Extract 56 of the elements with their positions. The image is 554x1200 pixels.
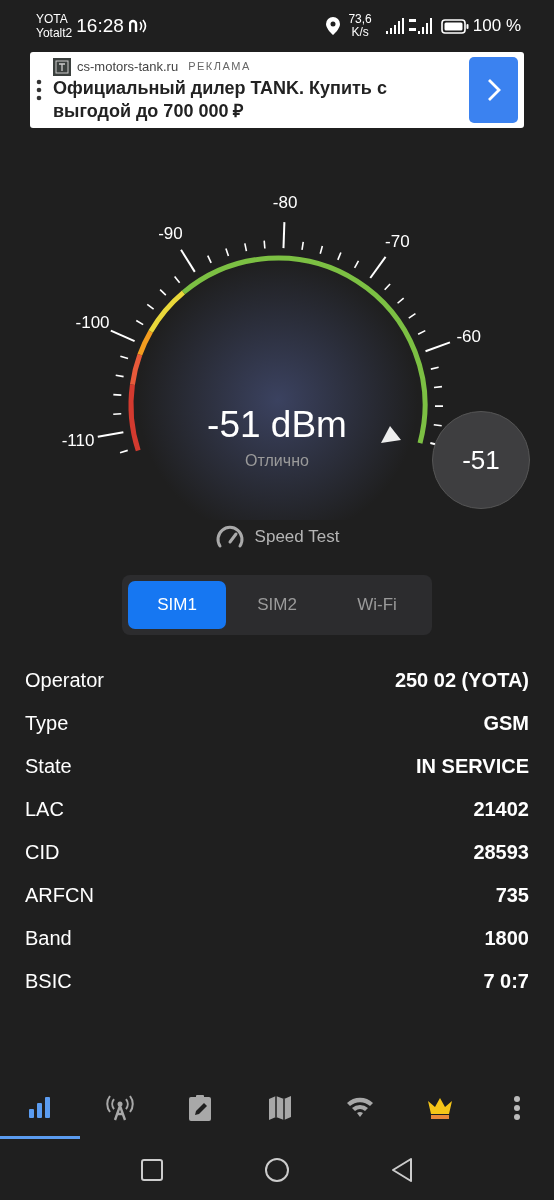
clock: 16:28 [76, 13, 124, 38]
signal-badge: -51 [432, 411, 530, 509]
recent-apps-icon[interactable] [140, 1158, 164, 1182]
info-value: 28593 [473, 840, 529, 865]
antenna-tower-icon[interactable] [106, 1094, 134, 1122]
speed-unit: K/s [351, 26, 369, 39]
info-label: Band [25, 926, 72, 951]
info-value: GSM [483, 711, 529, 736]
scale-label: -110 [61, 431, 95, 451]
signal-reading: -51 dBm [207, 403, 347, 447]
info-label: LAC [25, 797, 64, 822]
battery-percent: 100 % [472, 15, 521, 38]
info-value: 21402 [473, 797, 529, 822]
info-value: 1800 [484, 926, 529, 951]
info-value: 250 02 (YOTA) [394, 668, 529, 693]
carrier-name: YOTA [36, 12, 69, 26]
more-icon[interactable] [36, 79, 42, 101]
scale-label: -100 [75, 313, 110, 333]
scale-label: -80 [272, 193, 298, 213]
info-label: ARFCN [25, 883, 94, 908]
info-label: Type [25, 711, 69, 736]
sim-tab[interactable]: Wi-Fi [328, 580, 426, 629]
back-icon[interactable] [390, 1157, 414, 1183]
ad-banner[interactable]: cs-motors-tank.ru РЕКЛАМА Официальный дилер TANK. Купить с выгодой до 700 000 ₽ [30, 52, 524, 128]
ad-headline: Официальный дилер TANK. Купить с выгодой до 700 000 ₽ [53, 77, 388, 124]
ad-label: РЕКЛАМА [188, 59, 251, 75]
info-label: CID [25, 840, 60, 865]
speed-test-button[interactable]: Speed Test [214, 524, 340, 550]
nfc-icon [128, 19, 147, 33]
home-icon[interactable] [264, 1157, 290, 1183]
ad-domain: cs-motors-tank.ru [77, 57, 179, 76]
scale-label: -90 [158, 223, 183, 243]
location-icon [326, 17, 341, 35]
clipboard-edit-icon[interactable] [186, 1094, 214, 1122]
scale-label: -60 [456, 326, 482, 346]
speedometer-icon [214, 524, 245, 549]
signal-icon [385, 18, 404, 34]
more-icon[interactable] [513, 1095, 521, 1121]
network-speed: 73,6 [348, 13, 372, 26]
signal-4g-icon [408, 17, 434, 35]
open-ad-button[interactable] [469, 57, 518, 123]
info-label: State [25, 754, 72, 779]
signal-quality: Отлично [245, 451, 309, 471]
sim-tab[interactable]: SIM1 [128, 580, 226, 629]
info-label: Operator [25, 668, 104, 693]
carrier-name: Yotalt2 [36, 26, 73, 40]
info-value: 7 0:7 [483, 969, 529, 994]
scale-label: -70 [385, 231, 410, 251]
info-label: BSIC [25, 969, 72, 994]
sim-tab[interactable]: SIM2 [228, 580, 326, 629]
battery-icon [440, 18, 469, 34]
map-icon[interactable] [266, 1094, 294, 1122]
site-logo-icon [53, 57, 71, 76]
info-value: 735 [495, 883, 529, 908]
chevron-right-icon [486, 78, 501, 102]
info-value: IN SERVICE [416, 754, 529, 779]
